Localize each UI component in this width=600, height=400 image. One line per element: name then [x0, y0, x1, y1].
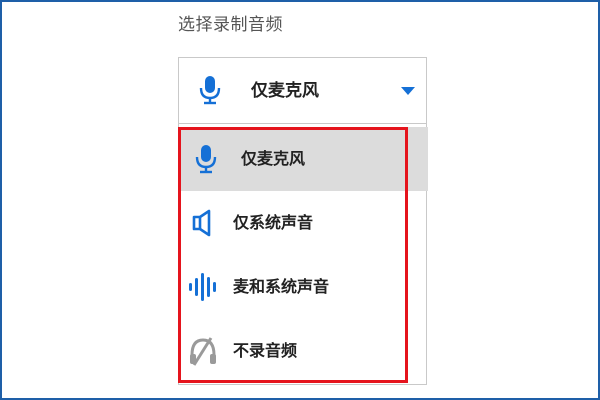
- option-no-audio[interactable]: 不录音频: [179, 319, 428, 383]
- microphone-icon: [195, 145, 217, 174]
- option-label: 仅麦克风: [241, 149, 306, 168]
- audio-source-label: 选择录制音频: [178, 15, 283, 35]
- option-system-only[interactable]: 仅系统声音: [179, 191, 428, 255]
- option-mic-and-system[interactable]: 麦和系统声音: [179, 255, 428, 319]
- option-label: 仅系统声音: [233, 213, 314, 232]
- audio-source-select[interactable]: 仅麦克风: [178, 57, 427, 124]
- microphone-icon: [199, 76, 221, 105]
- audio-source-dropdown: 仅麦克风 仅系统声音 麦和系统声音 不录音频: [178, 124, 428, 385]
- option-label: 麦和系统声音: [233, 277, 330, 296]
- no-audio-icon: [190, 337, 216, 366]
- selected-value: 仅麦克风: [251, 81, 319, 101]
- option-microphone-only[interactable]: 仅麦克风: [179, 127, 428, 191]
- chevron-down-icon[interactable]: [401, 87, 415, 95]
- option-label: 不录音频: [233, 341, 298, 360]
- sound-wave-icon: [189, 273, 216, 301]
- speaker-icon: [192, 209, 211, 237]
